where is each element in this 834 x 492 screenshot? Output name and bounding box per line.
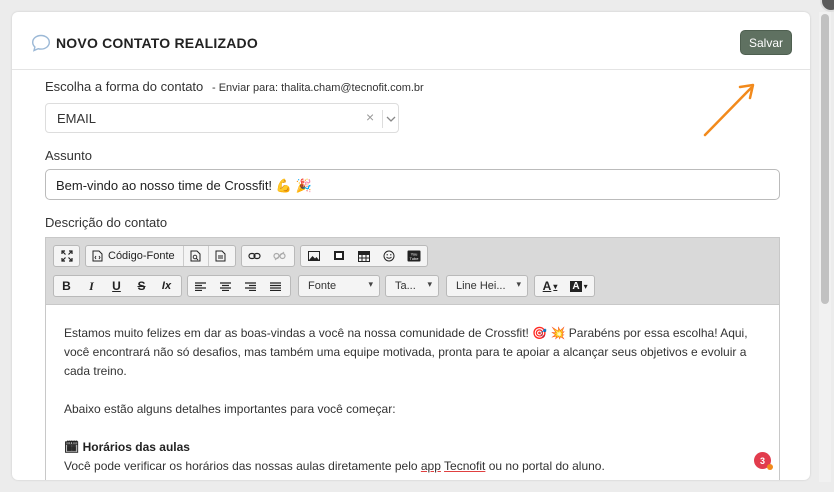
subject-input[interactable]: Bem-vindo ao nosso time de Crossfit! 💪 🎉 [45, 169, 780, 200]
font-family-label: Fonte [308, 280, 337, 292]
document-icon[interactable] [207, 246, 233, 266]
font-family-dropdown[interactable]: Fonte ▾ [298, 275, 380, 297]
page-title: NOVO CONTATO REALIZADO [56, 35, 258, 51]
font-color-glyph: A [542, 279, 552, 293]
new-contact-modal: NOVO CONTATO REALIZADO Salvar Escolha a … [12, 12, 810, 480]
subject-label: Assunto [45, 148, 92, 163]
link-icon[interactable] [242, 246, 267, 266]
scrollbar-thumb[interactable] [821, 14, 829, 304]
chevron-down-icon: ▾ [583, 281, 588, 291]
subject-value: Bem-vindo ao nosso time de Crossfit! 💪 🎉 [56, 178, 312, 193]
font-color-button[interactable]: A ▾ [535, 276, 565, 296]
align-right-icon[interactable] [238, 276, 263, 296]
background-color-button[interactable]: A ▾ [565, 276, 593, 296]
line-height-dropdown[interactable]: Line Hei... ▾ [446, 275, 528, 297]
source-code-button[interactable]: Código-Fonte [108, 250, 183, 262]
toolbar-group-color: A ▾ A ▾ [534, 275, 595, 297]
source-code-icon[interactable] [86, 246, 108, 266]
toolbar-group-view [53, 245, 80, 267]
line-height-label: Line Hei... [456, 280, 506, 292]
contact-type-label: Escolha a forma do contato [45, 79, 204, 94]
pointer-arrow-annotation [703, 83, 755, 137]
content-heading-schedule-text: Horários das aulas [82, 440, 190, 454]
unlink-icon[interactable] [267, 246, 292, 266]
save-button[interactable]: Salvar [740, 30, 792, 55]
chevron-down-icon: ▾ [516, 279, 521, 289]
toolbar-group-insert: You Tube [300, 245, 428, 267]
app-link[interactable]: app [421, 459, 441, 473]
editor-toolbar: Código-Fonte You Tube B I U S Ix Fonte ▾… [46, 238, 779, 305]
align-center-icon[interactable] [213, 276, 238, 296]
svg-text:Tube: Tube [409, 256, 419, 261]
modal-header: NOVO CONTATO REALIZADO Salvar [12, 12, 810, 70]
rich-text-editor: Código-Fonte You Tube B I U S Ix Fonte ▾… [45, 237, 780, 480]
fullscreen-icon[interactable] [54, 246, 79, 266]
bold-button[interactable]: B [54, 276, 79, 296]
toolbar-group-align [187, 275, 291, 297]
background-color-glyph: A [570, 280, 582, 292]
italic-button[interactable]: I [79, 276, 104, 296]
strikethrough-button[interactable]: S [129, 276, 154, 296]
editor-content[interactable]: Estamos muito felizes em dar as boas-vin… [46, 306, 779, 480]
align-left-icon[interactable] [188, 276, 213, 296]
toolbar-group-link [241, 245, 295, 267]
notification-status-dot [767, 464, 773, 470]
chevron-down-icon: ▾ [368, 279, 373, 289]
contact-type-value: EMAIL [57, 111, 97, 126]
description-label: Descrição do contato [45, 215, 168, 230]
smiley-icon[interactable] [376, 246, 401, 266]
clear-format-button[interactable]: Ix [154, 276, 179, 296]
chat-bubble-icon [31, 34, 51, 52]
content-paragraph-details: Abaixo estão alguns detalhes importantes… [64, 402, 396, 416]
select-divider [382, 110, 383, 128]
youtube-icon[interactable]: You Tube [401, 246, 426, 266]
image-icon[interactable] [301, 246, 326, 266]
toolbar-group-source: Código-Fonte [85, 245, 236, 267]
preview-icon[interactable] [182, 246, 208, 266]
send-to-text: - Enviar para: thalita.cham@tecnofit.com… [212, 82, 424, 94]
underline-button[interactable]: U [104, 276, 129, 296]
table-icon[interactable] [351, 246, 376, 266]
align-justify-icon[interactable] [263, 276, 288, 296]
tecnofit-text: Tecnofit [444, 459, 486, 473]
content-heading-schedule: 🗓 Horários das aulas [64, 438, 761, 457]
content-paragraph-schedule: Você pode verificar os horários das noss… [64, 459, 605, 473]
chevron-down-icon: ▾ [553, 281, 558, 291]
chevron-down-icon: ▾ [427, 279, 432, 289]
content-paragraph-intro: Estamos muito felizes em dar as boas-vin… [64, 326, 748, 378]
toolbar-group-format: B I U S Ix [53, 275, 182, 297]
calendar-icon: 🗓 [64, 440, 80, 454]
clear-icon[interactable]: × [366, 109, 374, 125]
contact-type-select[interactable]: EMAIL × [45, 103, 399, 133]
flag-icon[interactable] [326, 246, 351, 266]
chevron-down-icon[interactable] [386, 114, 396, 124]
font-size-label: Ta... [395, 280, 416, 292]
font-size-dropdown[interactable]: Ta... ▾ [385, 275, 439, 297]
close-overlay-button[interactable] [820, 0, 834, 12]
